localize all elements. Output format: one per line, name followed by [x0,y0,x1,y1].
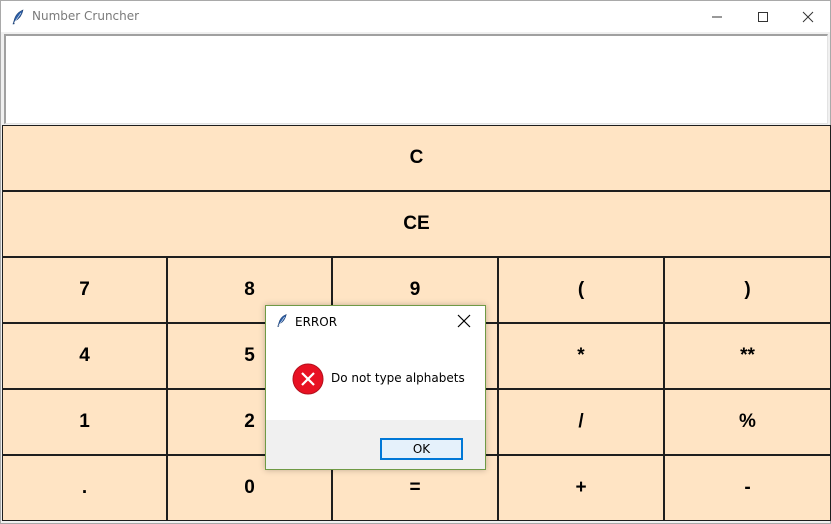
key-4[interactable]: 4 [2,323,167,389]
key-decimal[interactable]: . [2,455,167,521]
feather-icon [12,9,24,25]
close-icon[interactable] [456,313,472,329]
key-open-paren[interactable]: ( [498,257,664,323]
window-title: Number Cruncher [32,9,140,23]
key-7[interactable]: 7 [2,257,167,323]
key-power[interactable]: ** [664,323,831,389]
key-divide[interactable]: / [498,389,664,455]
maximize-icon [758,11,768,22]
error-icon [292,363,324,395]
key-1[interactable]: 1 [2,389,167,455]
dialog-message: Do not type alphabets [331,371,465,385]
close-icon [802,11,814,22]
title-bar[interactable]: Number Cruncher [1,1,830,32]
ok-button[interactable]: OK [380,438,463,460]
key-plus[interactable]: + [498,455,664,521]
calculator-display[interactable] [4,34,828,124]
feather-icon [277,314,287,327]
minimize-icon [712,16,722,17]
dialog-title-bar[interactable]: ERROR [266,306,485,336]
dialog-footer: OK [266,420,485,469]
close-button[interactable] [785,1,831,32]
key-minus[interactable]: - [664,455,831,521]
minimize-button[interactable] [694,1,740,32]
key-close-paren[interactable]: ) [664,257,831,323]
maximize-button[interactable] [740,1,786,32]
error-dialog: ERROR Do not type alphabets OK [265,305,486,470]
dialog-title: ERROR [295,315,338,329]
key-multiply[interactable]: * [498,323,664,389]
key-modulo[interactable]: % [664,389,831,455]
clear-button[interactable]: C [2,125,831,191]
clear-entry-button[interactable]: CE [2,191,831,257]
